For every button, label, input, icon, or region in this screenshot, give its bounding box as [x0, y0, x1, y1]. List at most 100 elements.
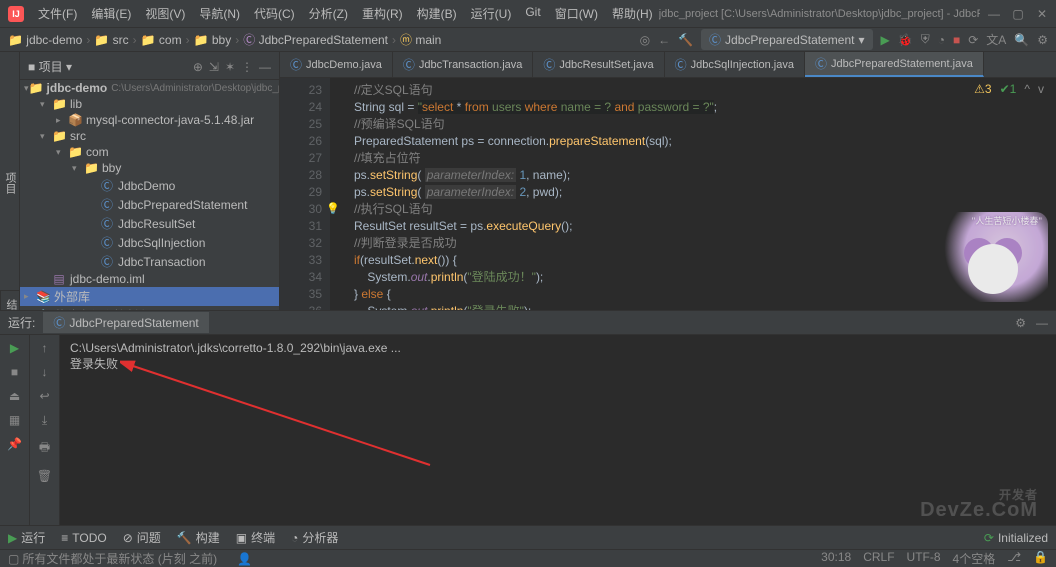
tree-node-iml[interactable]: ▤jdbc-demo.iml [20, 271, 279, 287]
rerun-button[interactable]: ▶ [10, 341, 19, 355]
menu-item[interactable]: 帮助(H) [606, 3, 659, 24]
maximize-button[interactable]: ▢ [1012, 7, 1024, 21]
stop-process-button[interactable]: ■ [11, 365, 18, 379]
breadcrumb-item[interactable]: Ⓒ JdbcPreparedStatement [243, 31, 388, 48]
menu-item[interactable]: 窗口(W) [549, 3, 604, 24]
breadcrumb: 📁 jdbc-demo›📁 src›📁 com›📁 bby›Ⓒ JdbcPrep… [8, 31, 441, 48]
editor-tab[interactable]: ⒸJdbcDemo.java [280, 52, 393, 77]
tab-build[interactable]: 🔨 构建 [177, 529, 220, 546]
hide-run-panel-icon[interactable]: — [1036, 316, 1048, 330]
editor-tab[interactable]: ⒸJdbcTransaction.java [393, 52, 534, 77]
select-opened-file-icon[interactable]: ⊕ [193, 60, 203, 74]
expand-all-icon[interactable]: ⇲ [209, 60, 219, 74]
run-settings-icon[interactable]: ⚙ [1015, 316, 1026, 330]
menu-item[interactable]: 运行(U) [465, 3, 518, 24]
inspection-widget[interactable]: ⚠3 ✔1 ^v [974, 82, 1044, 96]
project-tree: ■ 项目 ▾ ⊕ ⇲ ✶ ⋮ — ▾📁 jdbc-demo C:\Users\A… [20, 52, 279, 310]
profiler-button[interactable]: ◔ [938, 33, 945, 47]
status-tool-icon[interactable]: ▢ [8, 552, 19, 566]
breadcrumb-item[interactable]: ⓜ main [400, 31, 441, 48]
run-tab[interactable]: Ⓒ JdbcPreparedStatement [43, 312, 208, 333]
console-output[interactable]: C:\Users\Administrator\.jdks\corretto-1.… [60, 335, 1056, 525]
editor-tab[interactable]: ⒸJdbcSqlInjection.java [665, 52, 805, 77]
caret-position[interactable]: 30:18 [821, 550, 851, 567]
file-encoding[interactable]: UTF-8 [907, 550, 941, 567]
sync-status-icon[interactable]: ⟳ [984, 531, 994, 545]
menu-item[interactable]: 文件(F) [32, 3, 83, 24]
line-gutter: 2324252627282930💡31323334353637 [280, 78, 330, 310]
menu-item[interactable]: 分析(Z) [303, 3, 354, 24]
editor-area: ⒸJdbcDemo.javaⒸJdbcTransaction.javaⒸJdbc… [280, 52, 1056, 310]
sync-status-label: Initialized [998, 531, 1048, 545]
menu-item[interactable]: Git [519, 3, 546, 24]
run-button[interactable]: ▶ [881, 33, 890, 47]
hammer-icon[interactable]: 🔨 [678, 33, 693, 47]
breadcrumb-item[interactable]: 📁 bby [194, 33, 232, 47]
compass-icon[interactable]: ◎ [640, 33, 650, 47]
tree-node-external-libs[interactable]: ▸📚外部库 [20, 287, 279, 306]
project-tool-tab[interactable]: 项目 [0, 56, 20, 310]
git-update-button[interactable]: ⟳ [968, 33, 978, 47]
menu-item[interactable]: 编辑(E) [85, 3, 137, 24]
lock-icon[interactable]: 🔒 [1033, 550, 1048, 567]
tree-node-class[interactable]: ⒸJdbcResultSet [20, 214, 279, 233]
git-branch[interactable]: ⎇ [1007, 550, 1021, 567]
stop-button[interactable]: ■ [953, 33, 960, 47]
coverage-button[interactable]: ⛨ [921, 32, 930, 47]
status-person-icon[interactable]: 👤 [237, 552, 252, 566]
breadcrumb-item[interactable]: 📁 com [141, 33, 182, 47]
run-config-selector[interactable]: Ⓒ JdbcPreparedStatement ▾ [701, 29, 872, 50]
scroll-end-button[interactable]: ⤓ [42, 413, 47, 428]
tab-terminal[interactable]: ▣ 终端 [236, 529, 275, 546]
search-everywhere-button[interactable]: 🔍 [1014, 33, 1029, 47]
run-panel-title: 运行: [8, 314, 35, 331]
tab-run[interactable]: ▶运行 [8, 529, 45, 546]
tree-node-class[interactable]: ⒸJdbcPreparedStatement [20, 195, 279, 214]
translate-button[interactable]: 文A [986, 31, 1006, 48]
layout-button[interactable]: ▦ [9, 413, 20, 427]
exit-button[interactable]: ⏏ [9, 389, 20, 403]
line-separator[interactable]: CRLF [863, 550, 894, 567]
editor-tab[interactable]: ⒸJdbcResultSet.java [533, 52, 664, 77]
collapse-all-icon[interactable]: ✶ [225, 60, 235, 74]
tree-node-class[interactable]: ⒸJdbcDemo [20, 176, 279, 195]
menu-item[interactable]: 代码(C) [248, 3, 301, 24]
soft-wrap-button[interactable]: ↩ [39, 389, 49, 403]
menu-item[interactable]: 构建(B) [411, 3, 463, 24]
tree-node-class[interactable]: ⒸJdbcTransaction [20, 252, 279, 271]
debug-button[interactable]: 🐞 [898, 33, 913, 47]
menu-item[interactable]: 视图(V) [139, 3, 191, 24]
hide-panel-icon[interactable]: — [259, 60, 271, 74]
minimize-button[interactable]: — [988, 7, 1000, 21]
editor-tab[interactable]: ⒸJdbcPreparedStatement.java [805, 52, 984, 77]
breadcrumb-item[interactable]: 📁 src [94, 33, 128, 47]
tree-node-src[interactable]: ▾📁src [20, 128, 279, 144]
tree-node-lib[interactable]: ▾📁lib [20, 96, 279, 112]
tree-node-com[interactable]: ▾📁com [20, 144, 279, 160]
tree-node-bby[interactable]: ▾📁bby [20, 160, 279, 176]
app-icon: IJ [8, 6, 24, 22]
tab-profiler[interactable]: ◔ 分析器 [291, 529, 338, 546]
tree-node-jar[interactable]: ▸📦mysql-connector-java-5.1.48.jar [20, 112, 279, 128]
down-stack-button[interactable]: ↓ [42, 365, 48, 379]
menu-item[interactable]: 导航(N) [193, 3, 246, 24]
indent-info[interactable]: 4个空格 [953, 550, 996, 567]
close-button[interactable]: ✕ [1036, 7, 1048, 21]
clear-all-button[interactable]: 🗑 [37, 469, 52, 483]
main-area: 项目 ■ 项目 ▾ ⊕ ⇲ ✶ ⋮ — ▾📁 jdbc-demo C:\User… [0, 52, 1056, 310]
tab-problems[interactable]: ⊘ 问题 [123, 529, 161, 546]
editor-tabs: ⒸJdbcDemo.javaⒸJdbcTransaction.javaⒸJdbc… [280, 52, 1056, 78]
tree-node-root[interactable]: ▾📁 jdbc-demo C:\Users\Administrator\Desk… [20, 80, 279, 96]
back-button[interactable]: ← [658, 33, 670, 47]
print-button[interactable]: 🖶 [39, 438, 50, 459]
intention-bulb-icon[interactable]: 💡 [326, 201, 340, 218]
editor-content[interactable]: 2324252627282930💡31323334353637 //定义SQL语… [280, 78, 1056, 310]
tab-todo[interactable]: ≡ TODO [61, 531, 106, 545]
tree-node-class[interactable]: ⒸJdbcSqlInjection [20, 233, 279, 252]
ide-settings-button[interactable]: ⚙ [1037, 33, 1048, 47]
panel-settings-icon[interactable]: ⋮ [241, 60, 253, 74]
up-stack-button[interactable]: ↑ [42, 341, 48, 355]
pin-button[interactable]: 📌 [7, 437, 22, 451]
menu-item[interactable]: 重构(R) [356, 3, 409, 24]
breadcrumb-item[interactable]: 📁 jdbc-demo [8, 33, 82, 47]
